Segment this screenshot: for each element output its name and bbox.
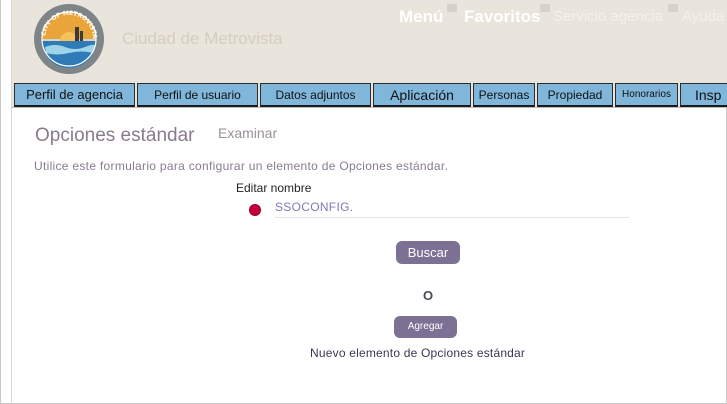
nav-menu[interactable]: Menú bbox=[399, 7, 443, 27]
site-name[interactable]: Ciudad de Metrovista bbox=[122, 29, 283, 49]
tab-attachments[interactable]: Datos adjuntos bbox=[260, 83, 371, 107]
tab-property[interactable]: Propiedad bbox=[537, 83, 613, 107]
new-item-caption: Nuevo elemento de Opciones estándar bbox=[310, 346, 526, 360]
or-separator: O bbox=[423, 288, 434, 303]
nav-help[interactable]: Ayuda bbox=[682, 8, 724, 25]
nav-favorites[interactable]: Favoritos bbox=[464, 7, 541, 27]
module-tabs: Perfil de agencia Perfil de usuario Dato… bbox=[12, 82, 727, 108]
tab-agency-profile[interactable]: Perfil de agencia bbox=[14, 83, 135, 107]
edit-name-label: Editar nombre bbox=[236, 181, 312, 195]
tab-people[interactable]: Personas bbox=[473, 83, 535, 107]
edit-name-radio[interactable] bbox=[250, 205, 260, 215]
menu-marker-icon bbox=[447, 4, 457, 12]
page-title: Opciones estándar bbox=[35, 125, 195, 146]
add-button[interactable]: Agregar bbox=[394, 316, 457, 338]
agency-marker-icon bbox=[668, 4, 678, 12]
tab-fees[interactable]: Honorarios bbox=[615, 83, 678, 107]
tab-inspections[interactable]: Insp bbox=[680, 83, 727, 107]
browse-link[interactable]: Examinar bbox=[218, 125, 277, 141]
search-button[interactable]: Buscar bbox=[396, 241, 460, 264]
form-instructions: Utilice este formulario para configurar … bbox=[34, 159, 449, 173]
field-underline bbox=[275, 217, 629, 218]
tab-application[interactable]: Aplicación bbox=[373, 83, 471, 107]
nav-agency-service[interactable]: Servicio agencia bbox=[553, 8, 663, 25]
tab-user-profile[interactable]: Perfil de usuario bbox=[137, 83, 258, 107]
header-banner: CITY OF METROVISTA Ciudad de Metrovista … bbox=[12, 0, 727, 82]
city-seal-logo[interactable]: CITY OF METROVISTA bbox=[33, 3, 105, 75]
favorites-marker-icon bbox=[540, 4, 550, 12]
name-field[interactable] bbox=[275, 200, 629, 214]
